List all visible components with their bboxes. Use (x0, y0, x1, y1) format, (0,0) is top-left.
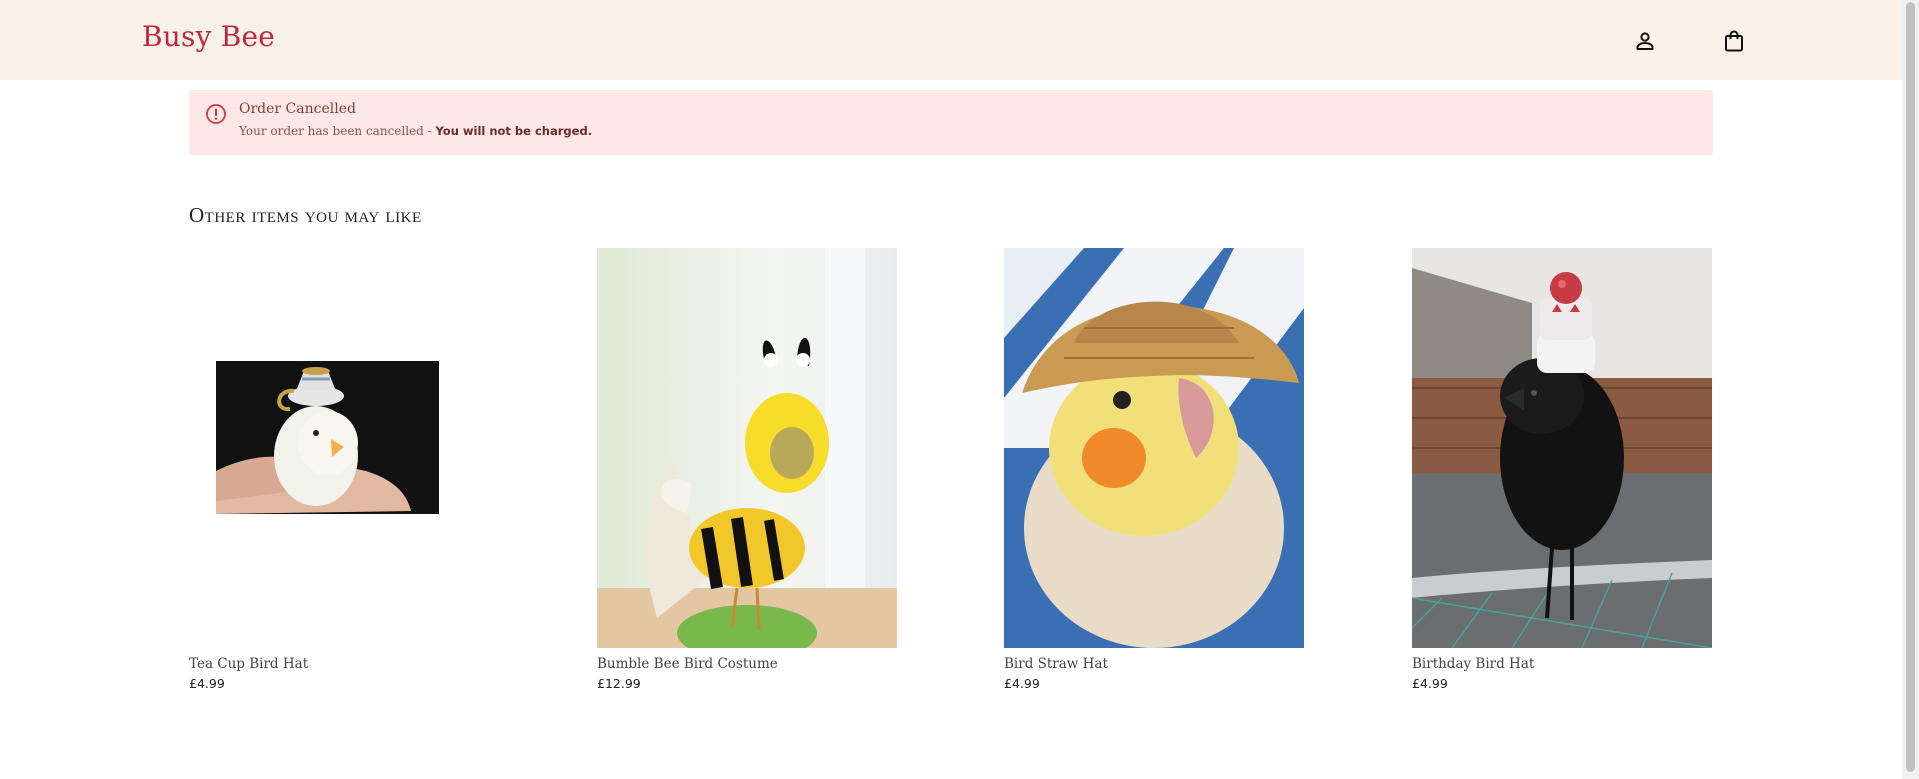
product-name[interactable]: Bird Straw Hat (1004, 656, 1108, 672)
product-price: £4.99 (189, 676, 225, 691)
product-image[interactable] (189, 248, 489, 648)
product-price: £4.99 (1004, 676, 1040, 691)
person-icon (1636, 32, 1654, 50)
product-name[interactable]: Birthday Bird Hat (1412, 656, 1534, 672)
brand-logo[interactable]: Busy Bee (142, 20, 275, 53)
page-scrollbar[interactable] (1902, 0, 1919, 779)
shopping-bag-icon (1725, 30, 1743, 52)
product-card[interactable]: Birthday Bird Hat £4.99 (1412, 248, 1712, 698)
product-price: £4.99 (1412, 676, 1448, 691)
alert-message: Your order has been cancelled - You will… (239, 124, 592, 138)
product-image[interactable] (1412, 248, 1712, 648)
cart-button[interactable] (1719, 26, 1749, 56)
account-button[interactable] (1630, 26, 1660, 56)
product-name[interactable]: Bumble Bee Bird Costume (597, 656, 778, 672)
product-name[interactable]: Tea Cup Bird Hat (189, 656, 308, 672)
alert-message-strong: You will not be charged. (435, 124, 593, 138)
site-header: Busy Bee (0, 0, 1902, 80)
alert-title: Order Cancelled (239, 101, 356, 117)
scrollbar-thumb[interactable] (1906, 2, 1915, 772)
alert-message-text: Your order has been cancelled - (239, 124, 436, 138)
product-image[interactable] (1004, 248, 1304, 648)
product-image[interactable] (597, 248, 897, 648)
alert-circle-icon (206, 104, 226, 124)
recommendations-title: Other items you may like (189, 203, 422, 227)
product-card[interactable]: Bumble Bee Bird Costume £12.99 (597, 248, 897, 698)
product-price: £12.99 (597, 676, 641, 691)
product-card[interactable]: Tea Cup Bird Hat £4.99 (189, 248, 489, 698)
order-cancelled-alert: Order Cancelled Your order has been canc… (189, 90, 1713, 155)
product-card[interactable]: Bird Straw Hat £4.99 (1004, 248, 1304, 698)
